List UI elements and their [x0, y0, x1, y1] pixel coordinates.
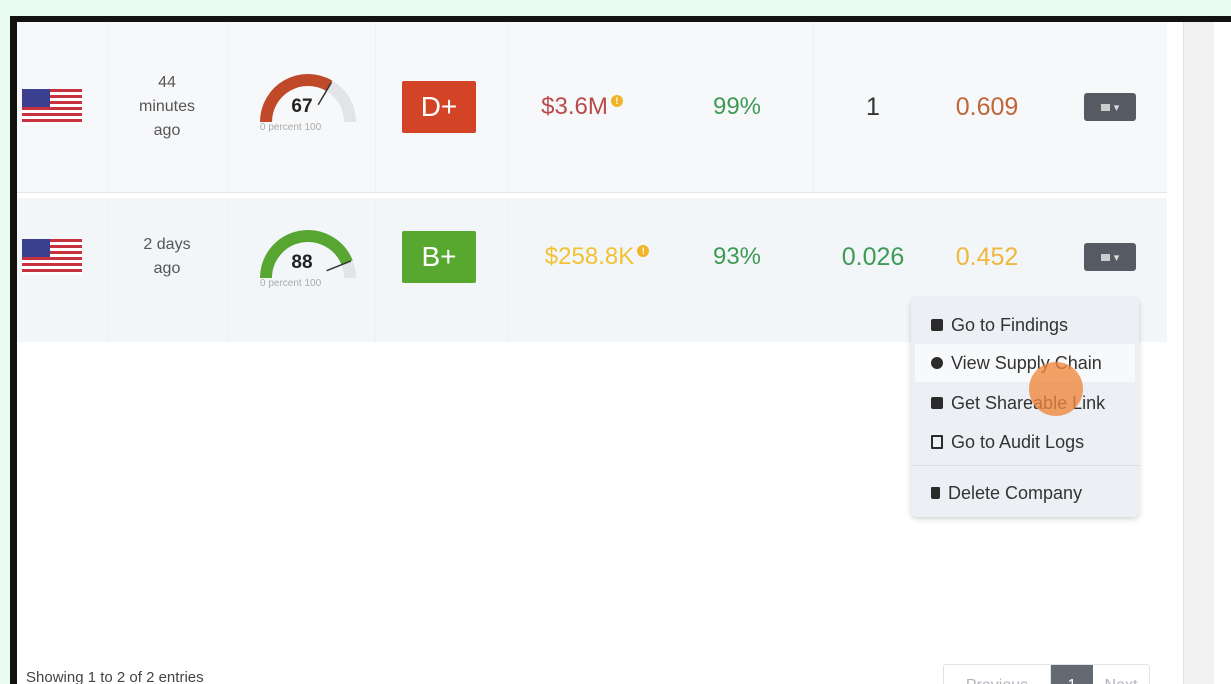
chevron-down-icon: ▾ [1113, 101, 1120, 114]
percent-cell: 93% [687, 198, 787, 316]
menu-item-label: Go to Findings [951, 314, 1069, 335]
actions-cell: ▾ [1075, 22, 1145, 192]
menu-item-get-shareable-link[interactable]: Get Shareable Link [915, 384, 1135, 422]
last-scanned-line: 44 [158, 74, 176, 91]
previous-page-button[interactable]: Previous [944, 665, 1051, 684]
chevron-down-icon: ▾ [1113, 251, 1120, 264]
column-divider [107, 22, 108, 192]
score-gauge: 67 0 percent 100 [258, 70, 358, 144]
menu-icon [1100, 253, 1110, 261]
menu-divider [911, 465, 1139, 466]
info-icon[interactable]: ! [637, 245, 650, 257]
column-divider [375, 22, 376, 192]
financial-exposure: $3.6M ! [541, 93, 623, 121]
trash-icon [931, 487, 940, 499]
exposure-value: $3.6M [541, 93, 608, 120]
menu-item-go-to-audit-logs[interactable]: Go to Audit Logs [915, 423, 1135, 461]
percent-cell: 99% [687, 22, 787, 192]
next-page-button[interactable]: Next [1093, 665, 1149, 684]
scrollbar[interactable] [1183, 22, 1215, 684]
count-value: 1 [866, 92, 880, 121]
financial-exposure: $258.8K ! [544, 243, 650, 271]
last-scanned-line: ago [153, 122, 181, 139]
menu-icon [1100, 103, 1110, 111]
column-divider [813, 22, 814, 192]
score-value: 67 [291, 96, 313, 117]
click-indicator [1029, 362, 1083, 416]
menu-item-label: Go to Audit Logs [951, 431, 1085, 452]
info-icon[interactable]: ! [610, 95, 623, 107]
percent-value: 99% [712, 93, 762, 120]
last-scanned: 2 days ago [143, 233, 190, 281]
findings-icon [931, 319, 943, 331]
country-flag-cell [17, 198, 87, 316]
menu-item-go-to-findings[interactable]: Go to Findings [915, 306, 1135, 344]
supply-chain-icon [931, 357, 943, 369]
score-gauge: 88 0 percent 100 [258, 226, 358, 300]
last-scanned-cell: 2 days ago [117, 198, 217, 316]
column-divider [227, 22, 228, 192]
ratio-value: 0.452 [955, 242, 1019, 271]
gauge-scale-label: 0 percent 100 [260, 122, 322, 133]
exposure-cell: $258.8K ! [517, 198, 677, 316]
actions-dropdown-button[interactable]: ▾ [1084, 243, 1136, 271]
table-row[interactable]: 44 minutes ago 67 0 percent 100 D+ $3.6M [17, 22, 1167, 193]
grade-cell: D+ [389, 22, 489, 192]
count-cell: 0.026 [823, 198, 923, 316]
us-flag-icon [22, 239, 82, 275]
last-scanned-cell: 44 minutes ago [117, 22, 217, 192]
audit-log-icon [931, 435, 943, 449]
grade-cell: B+ [389, 198, 489, 316]
table-info: Showing 1 to 2 of 2 entries [26, 669, 204, 684]
us-flag-icon [22, 89, 82, 125]
menu-item-view-supply-chain[interactable]: View Supply Chain [915, 344, 1135, 382]
last-scanned-line: 2 days [143, 236, 191, 253]
exposure-cell: $3.6M ! [517, 22, 647, 192]
gauge-scale-label: 0 percent 100 [260, 278, 322, 289]
last-scanned: 44 minutes ago [139, 71, 195, 143]
menu-item-delete-company[interactable]: Delete Company [915, 474, 1135, 512]
column-divider [375, 198, 376, 342]
actions-dropdown-menu: Go to Findings View Supply Chain Get Sha… [911, 298, 1139, 517]
grade-badge: B+ [402, 231, 476, 283]
pagination: Previous 1 Next [943, 664, 1150, 684]
country-flag-cell [17, 22, 87, 192]
page-1-button[interactable]: 1 [1051, 665, 1093, 684]
ratio-cell: 0.609 [937, 22, 1037, 192]
companies-table: 44 minutes ago 67 0 percent 100 D+ $3.6M [17, 22, 1183, 684]
actions-dropdown-button[interactable]: ▾ [1084, 93, 1136, 121]
last-scanned-line: ago [153, 260, 181, 277]
count-cell: 1 [823, 22, 923, 192]
exposure-value: $258.8K [544, 243, 635, 270]
ratio-value: 0.609 [955, 92, 1019, 121]
column-divider [507, 22, 508, 192]
column-divider [227, 198, 228, 342]
percent-value: 93% [712, 243, 762, 270]
score-gauge-cell: 67 0 percent 100 [253, 22, 363, 192]
menu-item-label: Delete Company [948, 482, 1083, 503]
score-value: 88 [291, 252, 313, 273]
menu-item-label: View Supply Chain [951, 352, 1102, 373]
last-scanned-line: minutes [138, 98, 196, 115]
link-icon [931, 397, 943, 409]
column-divider [507, 198, 508, 342]
count-value: 0.026 [841, 242, 905, 271]
window-edge [1214, 22, 1231, 684]
column-divider [107, 198, 108, 342]
score-gauge-cell: 88 0 percent 100 [253, 198, 363, 328]
grade-badge: D+ [402, 81, 476, 133]
